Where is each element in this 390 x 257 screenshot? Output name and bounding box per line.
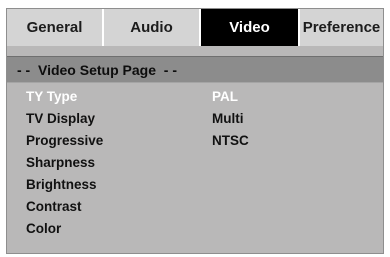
menu-row-tv-display: TV Display Multi [7, 108, 383, 130]
menu-item-contrast[interactable]: Contrast [26, 196, 82, 218]
tab-bar: General Audio Video Preference [7, 9, 383, 46]
page-title-bar: - - Video Setup Page - - [7, 56, 383, 83]
option-ntsc[interactable]: NTSC [212, 130, 249, 152]
tab-video[interactable]: Video [201, 9, 300, 46]
menu-item-color[interactable]: Color [26, 218, 61, 240]
menu-item-progressive[interactable]: Progressive [26, 130, 103, 152]
menu-row-progressive: Progressive NTSC [7, 130, 383, 152]
setup-menu-panel: General Audio Video Preference - - Video… [6, 8, 384, 254]
menu-item-sharpness[interactable]: Sharpness [26, 152, 95, 174]
menu-item-ty-type[interactable]: TY Type [26, 86, 77, 108]
menu-item-tv-display[interactable]: TV Display [26, 108, 95, 130]
menu-row-contrast: Contrast [7, 196, 383, 218]
page-title: - - Video Setup Page - - [17, 61, 177, 78]
option-pal[interactable]: PAL [212, 86, 238, 108]
tab-audio[interactable]: Audio [104, 9, 201, 46]
menu-row-ty-type: TY Type PAL [7, 86, 383, 108]
menu-row-brightness: Brightness [7, 174, 383, 196]
tab-preference[interactable]: Preference [300, 9, 383, 46]
tab-general[interactable]: General [7, 9, 104, 46]
menu-row-color: Color [7, 218, 383, 240]
menu-row-sharpness: Sharpness [7, 152, 383, 174]
option-multi[interactable]: Multi [212, 108, 244, 130]
menu-item-brightness[interactable]: Brightness [26, 174, 97, 196]
